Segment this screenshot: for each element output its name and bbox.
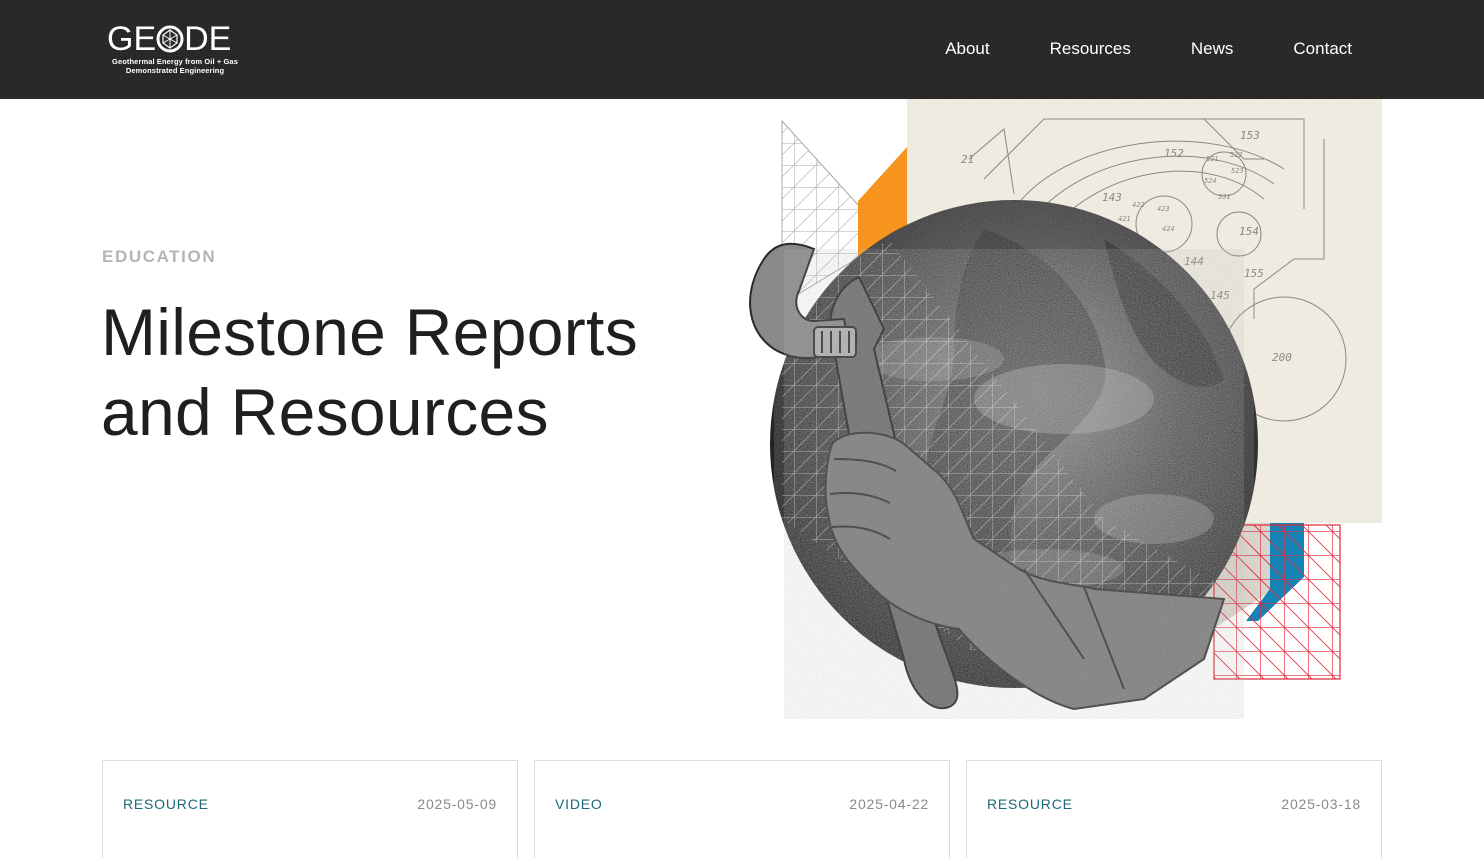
resource-cards: RESOURCE 2025-05-09 VIDEO 2025-04-22 RES… xyxy=(102,760,1382,858)
card-type-tag: RESOURCE xyxy=(987,796,1073,812)
logo-wordmark: GE DE xyxy=(107,22,247,56)
blueprint-label: 154 xyxy=(1239,225,1259,238)
resource-card[interactable]: RESOURCE 2025-03-18 xyxy=(966,760,1382,858)
blueprint-label: 153 xyxy=(1240,129,1260,142)
card-type-tag: VIDEO xyxy=(555,796,603,812)
hero-eyebrow: EDUCATION xyxy=(102,247,217,266)
nav-contact-link[interactable]: Contact xyxy=(1293,38,1352,60)
blueprint-label: 200 xyxy=(1272,351,1292,364)
card-date: 2025-05-09 xyxy=(417,796,497,812)
nav-about-link[interactable]: About xyxy=(945,38,989,60)
hero-title: Milestone Reports and Resources xyxy=(101,292,701,452)
resource-card[interactable]: VIDEO 2025-04-22 xyxy=(534,760,950,858)
nav-resources-link[interactable]: Resources xyxy=(1050,38,1131,60)
hero-illustration: 21 143 152 153 154 155 145 144 200 421 4… xyxy=(749,99,1382,719)
blueprint-label: 152 xyxy=(1164,147,1184,160)
nav-news-link[interactable]: News xyxy=(1191,38,1234,60)
wrench-hand-image xyxy=(749,242,1244,719)
hero-title-line-1: Milestone Reports xyxy=(101,295,638,369)
resource-card[interactable]: RESOURCE 2025-05-09 xyxy=(102,760,518,858)
logo-globe-icon xyxy=(156,25,184,53)
logo-tagline-line-1: Geothermal Energy from Oil + Gas xyxy=(112,57,238,66)
main-nav: About Resources News Contact xyxy=(885,38,1352,60)
blueprint-label: 155 xyxy=(1244,267,1264,280)
logo-tagline: Geothermal Energy from Oil + Gas Demonst… xyxy=(107,57,243,75)
blueprint-label: 422 xyxy=(1132,201,1145,209)
card-type-tag: RESOURCE xyxy=(123,796,209,812)
blueprint-label: 21 xyxy=(961,153,974,166)
blueprint-label: 143 xyxy=(1102,191,1122,204)
blueprint-label: 424 xyxy=(1162,225,1175,233)
site-logo[interactable]: GE DE Geothermal Energy from Oil + Gas D… xyxy=(107,22,247,78)
logo-tagline-line-2: Demonstrated Engineering xyxy=(125,66,225,75)
blueprint-label: 522 xyxy=(1230,151,1243,159)
logo-wordmark-end: DE xyxy=(184,20,232,58)
blueprint-label: 421 xyxy=(1118,215,1131,223)
site-header: GE DE Geothermal Energy from Oil + Gas D… xyxy=(0,0,1484,99)
blueprint-label: 521 xyxy=(1206,155,1219,163)
logo-wordmark-start: GE xyxy=(107,20,157,58)
blueprint-label: 423 xyxy=(1157,205,1170,213)
card-date: 2025-03-18 xyxy=(1281,796,1361,812)
blueprint-label: 523 xyxy=(1231,167,1244,175)
blueprint-label: 531 xyxy=(1218,193,1231,201)
card-date: 2025-04-22 xyxy=(849,796,929,812)
hero-title-line-2: and Resources xyxy=(101,375,549,449)
blueprint-label: 524 xyxy=(1204,177,1217,185)
